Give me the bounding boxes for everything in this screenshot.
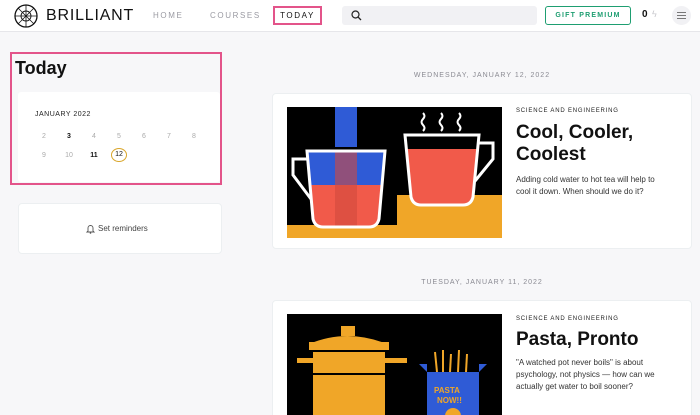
calendar-day[interactable]: 6 xyxy=(136,133,152,140)
calendar-day[interactable]: 11 xyxy=(86,152,102,159)
pasta-box-text-line1: PASTA xyxy=(434,386,460,395)
card-title-line1[interactable]: Pasta, Pronto xyxy=(516,329,638,351)
calendar-day[interactable]: 7 xyxy=(161,133,177,140)
calendar-day[interactable]: 2 xyxy=(36,133,52,140)
card-category: SCIENCE AND ENGINEERING xyxy=(516,316,619,322)
calendar-day[interactable]: 9 xyxy=(36,152,52,159)
bell-icon xyxy=(86,225,95,234)
streak-count[interactable]: 0 xyxy=(642,9,648,20)
card-category: SCIENCE AND ENGINEERING xyxy=(516,108,619,114)
nav-courses[interactable]: COURSES xyxy=(210,11,261,20)
nav-home[interactable]: HOME xyxy=(153,11,183,20)
hamburger-icon xyxy=(677,12,686,13)
card-title-line2[interactable]: Coolest xyxy=(516,144,586,166)
card-description-line3: actually get water to boil sooner? xyxy=(516,382,633,391)
problem-card[interactable]: SCIENCE AND ENGINEERING Cool, Cooler, Co… xyxy=(272,93,692,249)
card-description-line2: cool it down. When should we do it? xyxy=(516,187,644,196)
feed-date: TUESDAY, JANUARY 11, 2022 xyxy=(421,279,543,286)
calendar-day[interactable]: 4 xyxy=(86,133,102,140)
search-input[interactable] xyxy=(342,6,537,25)
search-icon xyxy=(351,10,362,21)
calendar-month: JANUARY 2022 xyxy=(35,111,91,118)
brilliant-logo-icon[interactable] xyxy=(14,4,38,28)
feed-date: WEDNESDAY, JANUARY 12, 2022 xyxy=(413,72,551,79)
top-nav-bar: BRILLIANT HOME COURSES TODAY GIFT PREMIU… xyxy=(0,0,700,32)
card-description-line2: psychology, not physics — how can we xyxy=(516,370,655,379)
calendar-day-current[interactable]: 12 xyxy=(111,148,127,162)
pasta-box-text-line2: NOW!! xyxy=(437,396,462,405)
calendar-day[interactable]: 10 xyxy=(61,152,77,159)
reminders-label: Set reminders xyxy=(98,224,148,233)
problem-card[interactable]: PASTA NOW!! SCIENCE AND ENGINEERING Past… xyxy=(272,300,692,415)
card-description-line1: "A watched pot never boils" is about xyxy=(516,358,644,367)
menu-button[interactable] xyxy=(672,6,691,25)
card-description-line1: Adding cold water to hot tea will help t… xyxy=(516,175,655,184)
calendar-day[interactable]: 8 xyxy=(186,133,202,140)
nav-today[interactable]: TODAY xyxy=(273,6,322,25)
brand-name[interactable]: BRILLIANT xyxy=(46,7,134,25)
calendar-day[interactable]: 5 xyxy=(111,133,127,140)
lightning-icon: ϟ xyxy=(652,9,657,19)
card-title-line1[interactable]: Cool, Cooler, xyxy=(516,122,633,144)
page-title: Today xyxy=(15,58,67,78)
cool-tea-illustration xyxy=(287,107,502,238)
calendar-day[interactable]: 3 xyxy=(61,133,77,140)
gift-premium-button[interactable]: GIFT PREMIUM xyxy=(545,6,631,25)
pasta-pot-illustration: PASTA NOW!! xyxy=(287,314,502,415)
